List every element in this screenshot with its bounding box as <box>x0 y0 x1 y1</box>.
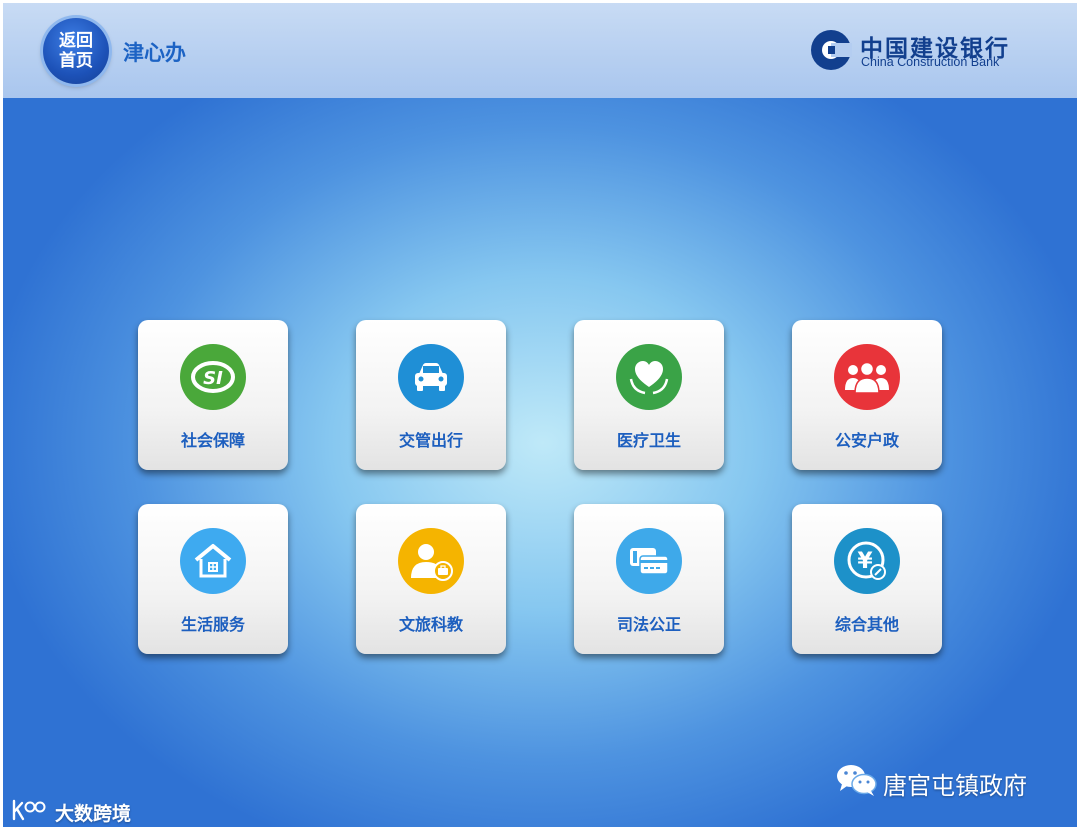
tile-social-security[interactable]: SI 社会保障 <box>138 320 288 470</box>
cards-icon <box>616 528 682 594</box>
people-group-icon <box>834 344 900 410</box>
social-security-icon: SI <box>180 344 246 410</box>
ccb-logo-icon <box>811 30 852 70</box>
car-icon <box>398 344 464 410</box>
heart-hands-icon <box>616 344 682 410</box>
tile-label: 司法公正 <box>616 615 681 634</box>
back-home-label: 返回 首页 <box>59 31 93 71</box>
tile-label: 医疗卫生 <box>616 431 681 450</box>
back-home-button[interactable]: 返回 首页 <box>43 18 109 84</box>
watermark-text: 大数跨境 <box>55 803 132 825</box>
bank-name-en: China Construction Bank <box>861 55 1000 69</box>
watermark-logo-icon <box>12 799 46 821</box>
tile-life-services[interactable]: 生活服务 <box>138 504 288 654</box>
app-title: 津心办 <box>123 41 186 65</box>
main-screen: 返回 首页 津心办 中国建设银行 China Construction Bank … <box>3 3 1077 827</box>
tile-judicial[interactable]: 司法公正 <box>574 504 724 654</box>
yuan-icon: ¥ <box>834 528 900 594</box>
wechat-account-name: 唐官屯镇政府 <box>883 772 1027 800</box>
tile-other[interactable]: ¥ 综合其他 <box>792 504 942 654</box>
person-badge-icon <box>398 528 464 594</box>
tile-medical[interactable]: 医疗卫生 <box>574 320 724 470</box>
house-icon <box>180 528 246 594</box>
tile-label: 社会保障 <box>180 431 245 450</box>
tile-culture-education[interactable]: 文旅科教 <box>356 504 506 654</box>
wechat-icon <box>837 765 877 796</box>
tile-traffic[interactable]: 交管出行 <box>356 320 506 470</box>
tile-label: 综合其他 <box>834 615 899 634</box>
tile-public-security[interactable]: 公安户政 <box>792 320 942 470</box>
tile-label: 生活服务 <box>180 615 245 634</box>
tile-label: 交管出行 <box>398 431 463 450</box>
tile-label: 公安户政 <box>834 431 899 450</box>
top-header: 返回 首页 津心办 中国建设银行 China Construction Bank <box>3 3 1077 98</box>
svg-text:SI: SI <box>203 368 223 389</box>
tile-label: 文旅科教 <box>398 615 463 634</box>
